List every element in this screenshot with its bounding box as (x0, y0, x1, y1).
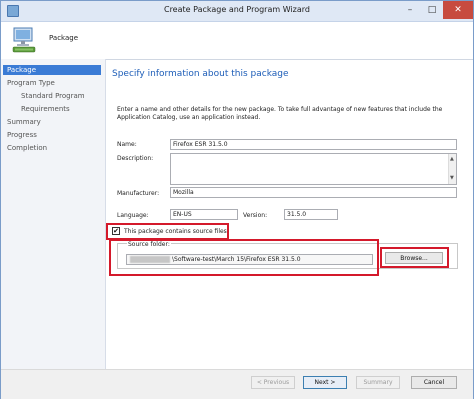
wizard-footer: < Previous Next > Summary Cancel (1, 369, 473, 399)
intro-text: Enter a name and other details for the n… (117, 106, 443, 121)
redacted-server-path (130, 256, 170, 263)
maximize-button[interactable]: □ (421, 1, 443, 19)
browse-button[interactable]: Browse... (385, 252, 443, 264)
description-label: Description: (117, 155, 154, 162)
wizard-window: Create Package and Program Wizard – □ ✕ … (0, 0, 474, 399)
computer-icon (12, 27, 36, 53)
description-scrollbar[interactable]: ▲ ▼ (448, 154, 456, 184)
nav-item-standard-program[interactable]: Standard Program (21, 92, 85, 100)
cancel-button[interactable]: Cancel (411, 376, 457, 389)
wizard-header: Package (1, 22, 473, 60)
scroll-down-icon[interactable]: ▼ (450, 174, 454, 183)
version-label: Version: (243, 212, 268, 219)
source-folder-label: Source folder: (127, 241, 171, 248)
name-label: Name: (117, 141, 137, 148)
nav-item-progress[interactable]: Progress (7, 131, 37, 139)
source-files-label: This package contains source files (124, 228, 227, 235)
manufacturer-label: Manufacturer: (117, 190, 160, 197)
previous-button[interactable]: < Previous (251, 376, 295, 389)
description-field[interactable]: ▲ ▼ (170, 153, 457, 185)
next-button[interactable]: Next > (303, 376, 347, 389)
nav-item-program-type[interactable]: Program Type (7, 79, 55, 87)
header-title: Package (49, 34, 79, 42)
name-field[interactable]: Firefox ESR 31.5.0 (170, 139, 457, 150)
nav-item-package[interactable]: Package (3, 65, 101, 75)
close-button[interactable]: ✕ (443, 1, 473, 19)
wizard-content: Specify information about this package E… (106, 59, 473, 369)
title-bar: Create Package and Program Wizard – □ ✕ (1, 1, 473, 22)
page-title: Specify information about this package (112, 69, 289, 79)
version-field[interactable]: 31.5.0 (284, 209, 338, 220)
scroll-up-icon[interactable]: ▲ (450, 155, 454, 164)
manufacturer-field[interactable]: Mozilla (170, 187, 457, 198)
language-label: Language: (117, 212, 149, 219)
summary-button[interactable]: Summary (356, 376, 400, 389)
minimize-button[interactable]: – (399, 1, 421, 19)
language-field[interactable]: EN-US (170, 209, 238, 220)
nav-item-summary[interactable]: Summary (7, 118, 41, 126)
wizard-nav: Package Program Type Standard Program Re… (1, 59, 106, 369)
nav-item-completion[interactable]: Completion (7, 144, 47, 152)
source-files-checkbox[interactable]: ✔ (112, 227, 120, 235)
nav-item-requirements[interactable]: Requirements (21, 105, 70, 113)
